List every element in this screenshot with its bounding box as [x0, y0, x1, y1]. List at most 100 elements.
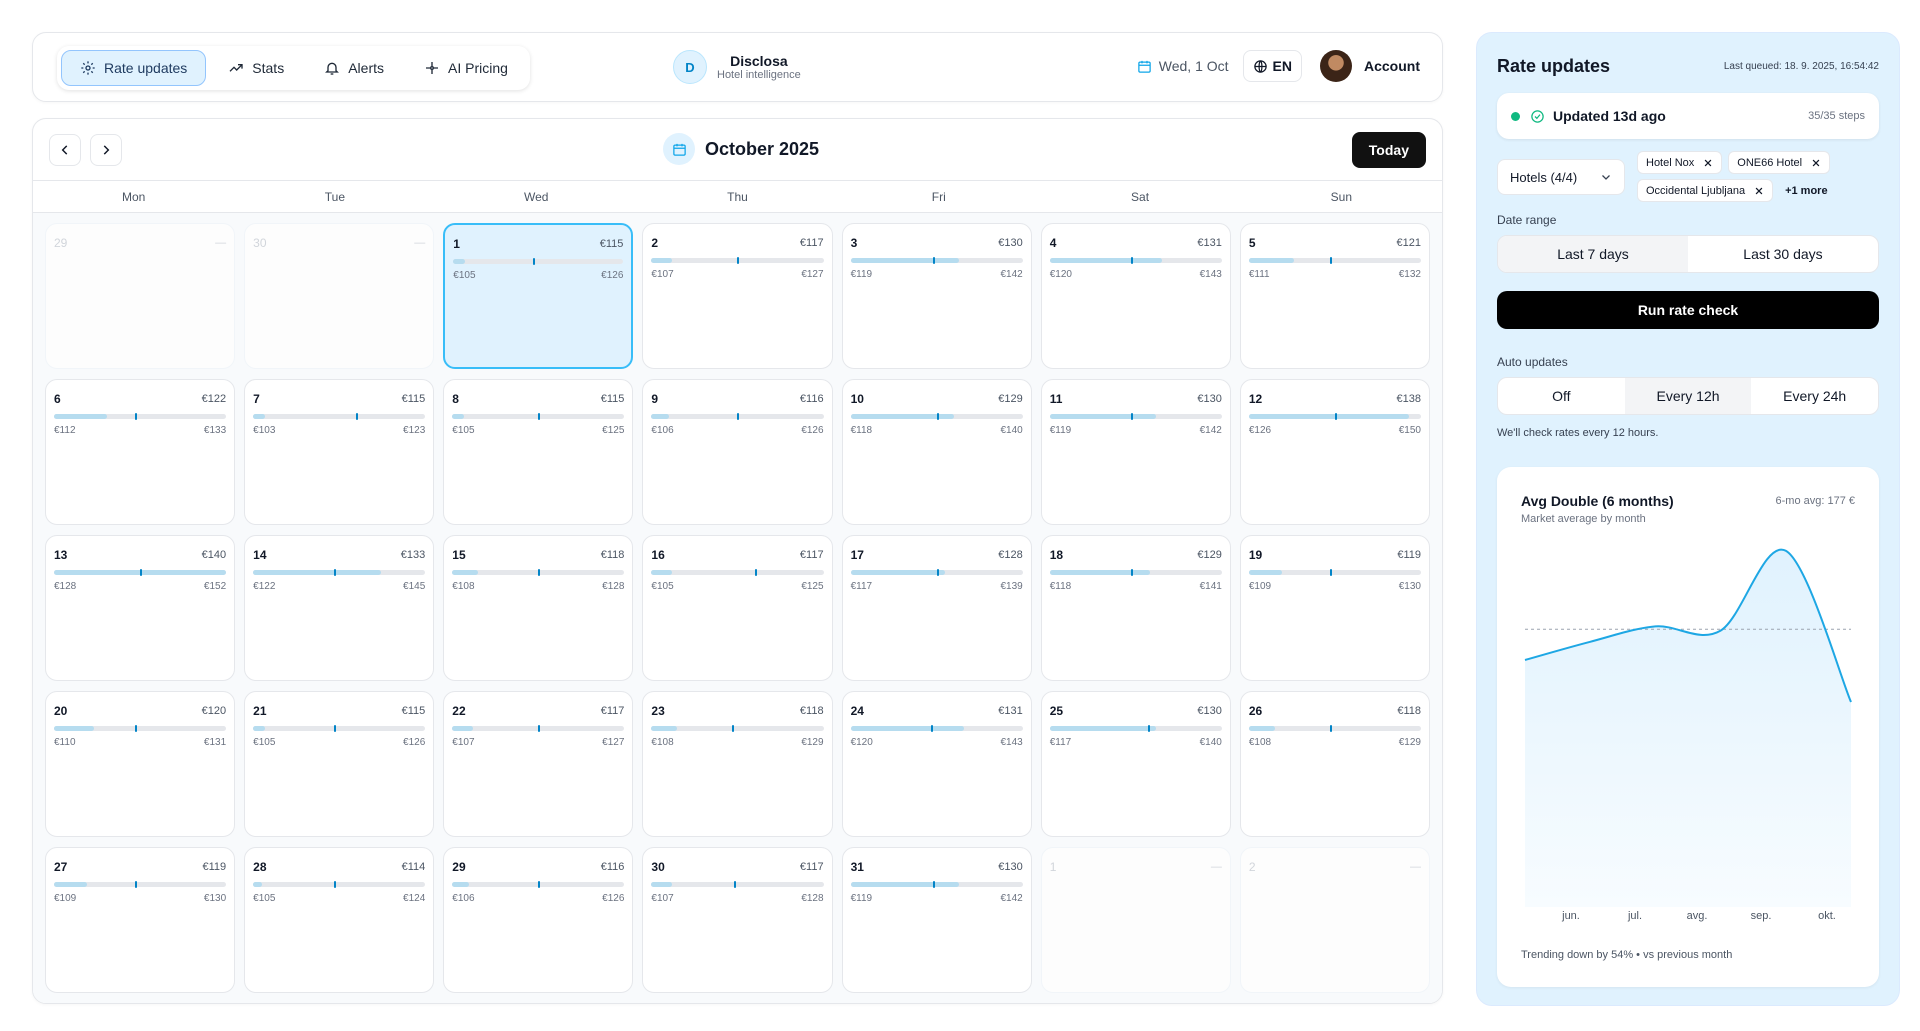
calendar-day[interactable]: 6 €122 €112 €133	[45, 379, 236, 525]
auto-off[interactable]: Off	[1498, 378, 1625, 414]
calendar-day[interactable]: 1 €115 €105 €126	[443, 223, 634, 369]
calendar-day[interactable]: 12 €138 €126 €150	[1239, 379, 1430, 525]
tab-stats[interactable]: Stats	[210, 50, 302, 86]
day-number: 1	[1049, 860, 1057, 874]
date-text: Wed, 1 Oct	[1158, 58, 1229, 74]
day-min-price: €103	[253, 425, 276, 436]
price-marker	[356, 413, 359, 420]
day-max-price: €129	[801, 737, 824, 748]
price-range-bar	[54, 413, 227, 420]
price-range-fill	[850, 726, 965, 731]
tab-alerts[interactable]: Alerts	[306, 50, 402, 86]
bell-icon	[325, 62, 340, 75]
close-icon[interactable]	[1703, 158, 1713, 168]
price-range-bar	[253, 413, 426, 420]
calendar-day[interactable]: 3 €130 €119 €142	[841, 223, 1032, 369]
price-range-fill	[850, 570, 946, 575]
calendar-day[interactable]: 25 €130 €117 €140	[1040, 691, 1231, 837]
calendar-day[interactable]: 17 €128 €117 €139	[841, 535, 1032, 681]
rate-updates-panel: Rate updates Last queued: 18. 9. 2025, 1…	[1476, 32, 1900, 1006]
close-icon[interactable]	[1811, 158, 1821, 168]
day-price: €133	[400, 549, 426, 561]
calendar-day[interactable]: 18 €129 €118 €141	[1040, 535, 1231, 681]
day-max-price: €126	[801, 425, 824, 436]
calendar-day[interactable]: 23 €118 €108 €129	[642, 691, 833, 837]
price-range-bar	[1049, 725, 1222, 732]
price-range-fill	[1049, 570, 1150, 575]
price-range-fill	[452, 726, 473, 731]
weekday-label: Sat	[1131, 189, 1150, 204]
calendar-day[interactable]: 19 €119 €109 €130	[1239, 535, 1430, 681]
auto-every-12h[interactable]: Every 12h	[1624, 378, 1752, 414]
calendar-day[interactable]: 2 €117 €107 €127	[642, 223, 833, 369]
chart-footer: Trending down by 54% • vs previous month	[1521, 949, 1733, 961]
calendar-day[interactable]: 15 €118 €108 €128	[443, 535, 634, 681]
day-max-price: €143	[1199, 269, 1222, 280]
calendar-day[interactable]: 5 €121 €111 €132	[1239, 223, 1430, 369]
day-max-price: €127	[602, 737, 625, 748]
price-range-bar	[1049, 257, 1222, 264]
calendar-day[interactable]: 11 €130 €119 €142	[1040, 379, 1231, 525]
language-switcher[interactable]: EN	[1242, 50, 1302, 82]
calendar-day[interactable]: 7 €115 €103 €123	[244, 379, 435, 525]
day-number: 11	[1049, 392, 1063, 406]
calendar-day[interactable]: 13 €140 €128 €152	[45, 535, 236, 681]
calendar-day[interactable]: 20 €120 €110 €131	[45, 691, 236, 837]
price-range-bar	[1049, 413, 1222, 420]
day-min-price: €110	[54, 737, 76, 748]
calendar-day[interactable]: 16 €117 €105 €125	[642, 535, 833, 681]
auto-every-24h[interactable]: Every 24h	[1751, 378, 1878, 414]
price-marker	[134, 725, 137, 732]
day-price: €129	[1197, 549, 1222, 561]
calendar-day[interactable]: 30 €117 €107 €128	[642, 847, 833, 993]
calendar-day[interactable]: 27 €119 €109 €130	[45, 847, 236, 993]
day-min-price: €105	[452, 425, 475, 436]
day-max-price: €130	[203, 893, 227, 904]
date-range-7-days[interactable]: Last 7 days	[1498, 236, 1688, 272]
calendar-day[interactable]: 14 €133 €122 €145	[244, 535, 435, 681]
price-range-fill	[850, 258, 959, 263]
day-min-price: €109	[1248, 581, 1272, 592]
tab-ai-pricing[interactable]: AI Pricing	[406, 50, 526, 86]
calendar-day[interactable]: 28 €114 €105 €124	[244, 847, 435, 993]
x-tick-label: jun.	[1561, 910, 1580, 922]
day-max-price: €140	[1000, 425, 1023, 436]
day-number: 7	[253, 392, 260, 406]
day-min-price: €119	[1049, 425, 1072, 436]
calendar-day[interactable]: 10 €129 €118 €140	[841, 379, 1032, 525]
price-range-bar	[253, 725, 426, 732]
day-number: 20	[54, 704, 68, 718]
hotels-dropdown[interactable]: Hotels (4/4)	[1497, 159, 1625, 195]
calendar-day[interactable]: 4 €131 €120 €143	[1040, 223, 1231, 369]
calendar-day[interactable]: 29 €116 €106 €126	[443, 847, 634, 993]
more-hotels-link[interactable]: +1 more	[1779, 179, 1834, 202]
language-label: EN	[1272, 58, 1292, 74]
run-rate-check-button[interactable]: Run rate check	[1497, 291, 1879, 329]
close-icon[interactable]	[1754, 186, 1764, 196]
prev-month-button[interactable]	[49, 134, 81, 166]
account-button[interactable]: Account	[1320, 50, 1420, 82]
calendar-day[interactable]: 22 €117 €107 €127	[443, 691, 634, 837]
calendar-day[interactable]: 31 €130 €119 €142	[841, 847, 1032, 993]
day-min-price: €107	[651, 269, 674, 280]
today-button[interactable]: Today	[1351, 132, 1426, 168]
calendar-day[interactable]: 8 €115 €105 €125	[443, 379, 634, 525]
calendar-day[interactable]: 24 €131 €120 €143	[841, 691, 1032, 837]
x-tick-label: okt.	[1818, 910, 1836, 922]
calendar-day[interactable]: 26 €118 €108 €129	[1239, 691, 1430, 837]
price-range-bar	[1049, 569, 1222, 576]
next-month-button[interactable]	[90, 134, 122, 166]
chevron-left-icon	[61, 145, 68, 155]
day-price: €116	[799, 393, 824, 405]
day-max-price: €142	[1199, 425, 1222, 436]
panel-title: Rate updates	[1497, 56, 1611, 76]
day-min-price: €107	[452, 737, 475, 748]
calendar-day[interactable]: 9 €116 €106 €126	[642, 379, 833, 525]
day-max-price: €141	[1199, 581, 1222, 592]
status-text: Updated 13d ago	[1553, 108, 1666, 124]
tab-rate-updates[interactable]: Rate updates	[61, 50, 207, 86]
price-range-bar	[54, 569, 227, 576]
date-range-30-days[interactable]: Last 30 days	[1688, 236, 1878, 272]
price-marker	[1329, 257, 1332, 264]
calendar-day[interactable]: 21 €115 €105 €126	[244, 691, 435, 837]
